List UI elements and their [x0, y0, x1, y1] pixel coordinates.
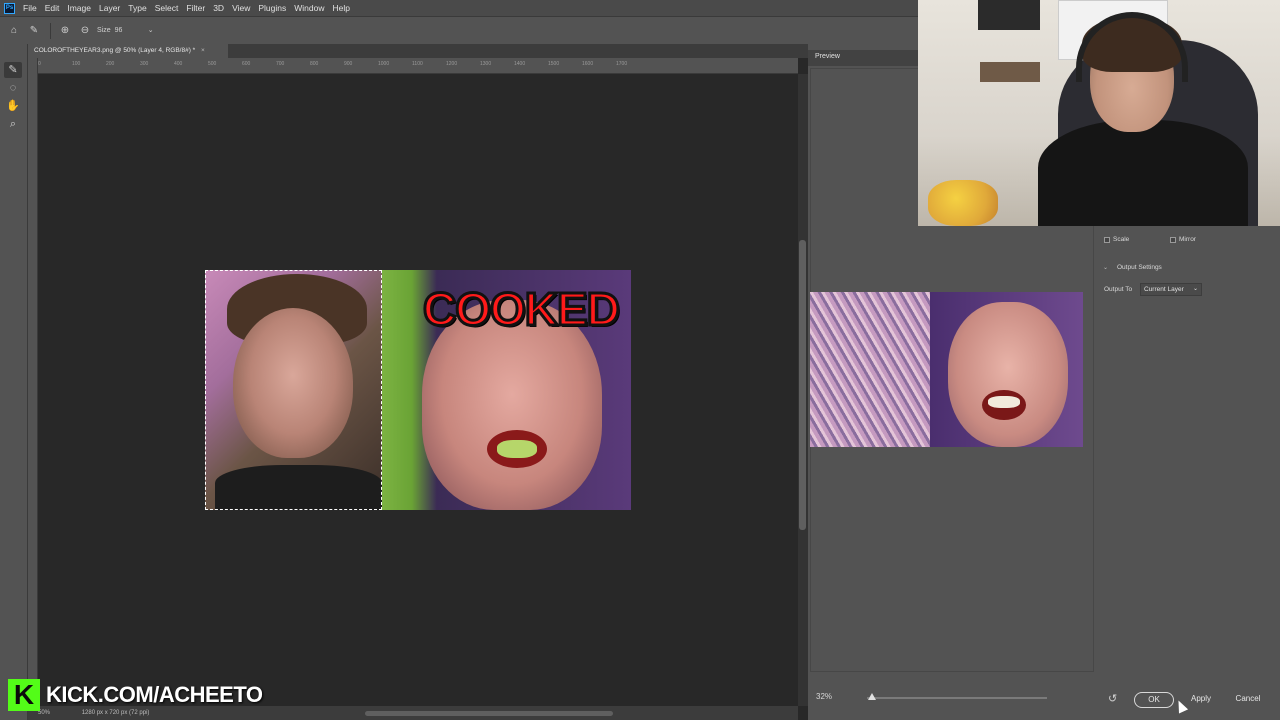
webcam-plush-toy — [928, 180, 998, 226]
lasso-icon[interactable]: ◌ — [4, 80, 22, 96]
chevron-down-icon: ⌄ — [1192, 286, 1198, 292]
preview-image[interactable] — [810, 292, 1083, 447]
mirror-checkbox[interactable] — [1170, 237, 1176, 243]
scale-label: Scale — [1113, 236, 1130, 243]
mirror-label: Mirror — [1179, 236, 1196, 243]
ruler-tick: 1300 — [480, 61, 492, 67]
preview-label: Preview — [815, 53, 840, 60]
ruler-tick: 500 — [208, 61, 217, 67]
slider-thumb-icon[interactable] — [868, 693, 877, 700]
options-bar: ⌂ ✎ ⊕ ⊖ Size 96 ⌄ — [0, 16, 918, 44]
ruler-tick: 1700 — [616, 61, 628, 67]
menu-image[interactable]: Image — [67, 3, 91, 13]
output-to-select[interactable]: Current Layer ⌄ — [1140, 283, 1202, 296]
brush-tool-icon[interactable]: ✎ — [28, 25, 40, 37]
ruler-tick: 1600 — [582, 61, 594, 67]
menu-file[interactable]: File — [23, 3, 37, 13]
photoshop-logo-icon: Ps — [4, 2, 15, 14]
artwork-title-text: COOKED — [422, 282, 622, 337]
zoom-icon[interactable]: ⌕ — [4, 116, 22, 132]
toolbar: ✎ ◌ ✋ ⌕ — [0, 44, 28, 720]
ruler-tick: 1100 — [412, 61, 423, 67]
document-tab-title: COLOROFTHEYEAR3.png @ 50% (Layer 4, RGB/… — [34, 47, 196, 54]
size-input[interactable]: 96 — [115, 27, 145, 34]
add-icon[interactable]: ⊕ — [59, 25, 71, 37]
ruler-tick: 100 — [72, 61, 81, 67]
menu-bar: Ps File Edit Image Layer Type Select Fil… — [0, 0, 918, 16]
artwork-teeth — [497, 440, 537, 458]
ruler-tick: 700 — [276, 61, 285, 67]
ruler-tick: 600 — [242, 61, 251, 67]
output-to-label: Output To — [1104, 286, 1133, 293]
hand-icon[interactable]: ✋ — [4, 98, 22, 114]
cancel-button[interactable]: Cancel — [1228, 692, 1268, 708]
ruler-tick: 300 — [140, 61, 149, 67]
reset-icon[interactable]: ↺ — [1108, 692, 1117, 705]
output-settings-section-label[interactable]: Output Settings — [1117, 264, 1162, 271]
ruler-tick: 400 — [174, 61, 183, 67]
menu-window[interactable]: Window — [294, 3, 324, 13]
size-label: Size — [97, 27, 111, 34]
vertical-scrollbar[interactable] — [799, 240, 806, 530]
ruler-tick: 200 — [106, 61, 115, 67]
ok-button[interactable]: OK — [1134, 692, 1174, 708]
selection-marquee[interactable] — [205, 270, 382, 510]
preview-zoom-slider[interactable] — [867, 697, 1047, 699]
preview-face — [948, 302, 1068, 447]
brush-tool-icon[interactable]: ✎ — [4, 62, 22, 78]
output-to-value: Current Layer — [1144, 286, 1184, 293]
ruler-tick: 800 — [310, 61, 319, 67]
preview-zoom-input[interactable]: 32% — [816, 690, 852, 704]
webcam-shelf — [980, 62, 1040, 82]
ruler-tick: 1500 — [548, 61, 560, 67]
menu-view[interactable]: View — [232, 3, 250, 13]
kick-logo-icon: K — [8, 679, 40, 711]
ruler-tick: 1400 — [514, 61, 526, 67]
webcam-overlay — [918, 0, 1280, 226]
apply-button[interactable]: Apply — [1184, 692, 1218, 708]
menu-layer[interactable]: Layer — [99, 3, 120, 13]
ruler-vertical — [28, 58, 38, 706]
menu-help[interactable]: Help — [332, 3, 349, 13]
document-tab[interactable]: COLOROFTHEYEAR3.png @ 50% (Layer 4, RGB/… — [28, 44, 228, 58]
ruler-tick: 1000 — [378, 61, 390, 67]
divider — [50, 22, 51, 39]
ruler-horizontal: 0 100 200 300 400 500 600 700 800 900 10… — [28, 58, 798, 74]
home-icon[interactable]: ⌂ — [8, 25, 20, 37]
watermark-text: KICK.COM/ACHEETO — [46, 682, 263, 707]
menu-type[interactable]: Type — [128, 3, 146, 13]
webcam-wall-frame — [978, 0, 1040, 30]
scale-checkbox[interactable] — [1104, 237, 1110, 243]
chevron-down-icon[interactable]: ⌄ — [1103, 264, 1108, 271]
preview-subject — [930, 292, 1083, 447]
menu-filter[interactable]: Filter — [186, 3, 205, 13]
document-size-status: 1280 px x 720 px (72 ppi) — [81, 710, 150, 716]
ruler-tick: 0 — [38, 61, 41, 67]
subtract-icon[interactable]: ⊖ — [79, 25, 91, 37]
ruler-tick: 900 — [344, 61, 353, 67]
menu-3d[interactable]: 3D — [213, 3, 224, 13]
ruler-tick: 1200 — [446, 61, 458, 67]
menu-edit[interactable]: Edit — [45, 3, 60, 13]
menu-select[interactable]: Select — [155, 3, 179, 13]
horizontal-scrollbar[interactable] — [365, 711, 613, 716]
webcam-person-body — [1038, 120, 1248, 226]
close-icon[interactable]: × — [201, 47, 205, 54]
menu-plugins[interactable]: Plugins — [258, 3, 286, 13]
chevron-down-icon[interactable]: ⌄ — [145, 25, 157, 37]
preview-teeth — [988, 396, 1020, 408]
